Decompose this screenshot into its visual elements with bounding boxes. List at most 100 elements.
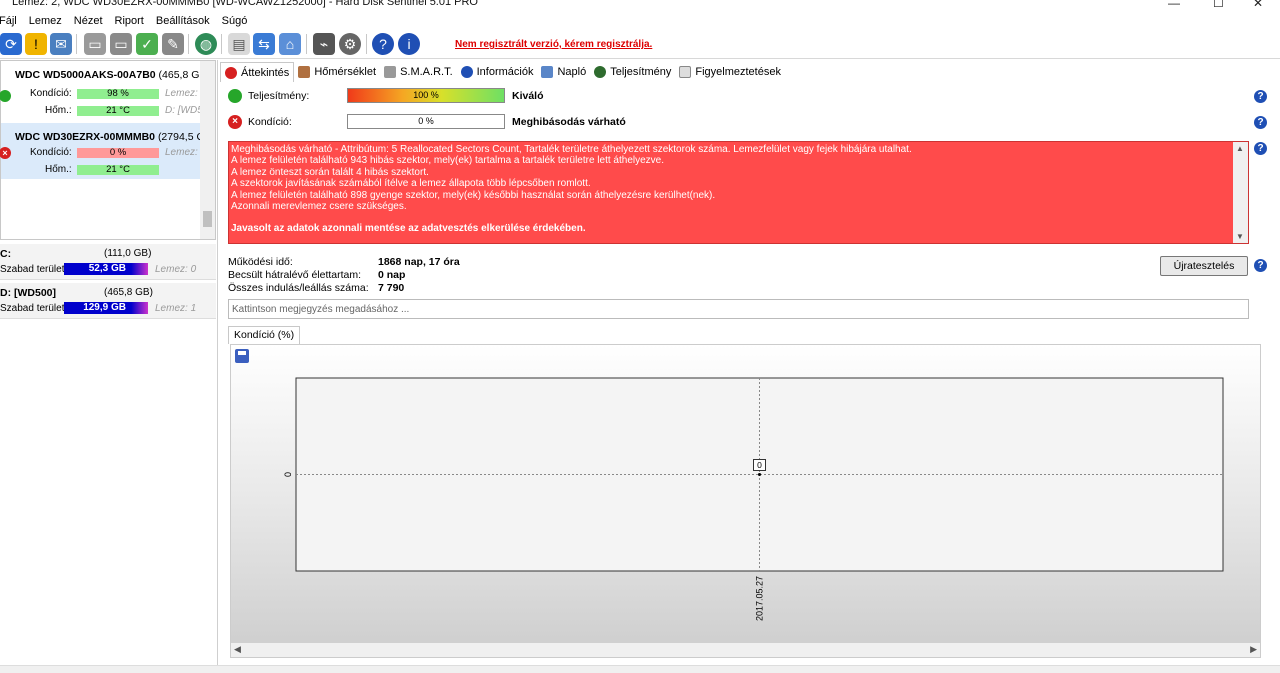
scroll-right-icon[interactable]: ▶	[1250, 644, 1257, 655]
tab-smart[interactable]: S.M.A.R.T.	[380, 62, 457, 82]
data-point	[758, 473, 761, 476]
scroll-left-icon[interactable]: ◀	[234, 644, 241, 655]
free-space-label: Szabad terület	[0, 264, 65, 275]
info-icon[interactable]: i	[398, 33, 420, 55]
condition-bar: 0 %	[347, 114, 505, 129]
help-icon[interactable]: ?	[1254, 259, 1267, 272]
register-link[interactable]: Nem regisztrált verzió, kérem regisztrál…	[455, 39, 652, 50]
alert-scrollbar[interactable]: ▲ ▼	[1233, 142, 1248, 243]
disk-title: WDC WD5000AAKS-00A7B0 (465,8 GB)	[15, 69, 210, 81]
status-error-icon	[225, 66, 237, 79]
window-title: Lemez: 2, WDC WD30EZRX-00MMMB0 [WD-WCAWZ…	[12, 0, 478, 8]
note-input[interactable]	[228, 299, 1249, 319]
main-panel: Áttekintés Hőmérséklet S.M.A.R.T. Inform…	[220, 60, 1280, 665]
disk-icon[interactable]: ▭	[84, 33, 106, 55]
minimize-button[interactable]: —	[1168, 0, 1180, 10]
tab-condition-chart[interactable]: Kondíció (%)	[228, 326, 301, 344]
condition-bar: 0 %	[77, 148, 159, 158]
partition-disk: Lemez: 1	[155, 303, 197, 314]
x-tick-label: 2017.05.27	[755, 576, 765, 621]
status-ok-icon	[228, 89, 242, 103]
help-icon[interactable]: ?	[372, 33, 394, 55]
chart-icon[interactable]: ⌁	[313, 33, 335, 55]
disk-list: WDC WD5000AAKS-00A7B0 (465,8 GB) Kondíci…	[0, 60, 216, 240]
disk-check-icon[interactable]: ✓	[136, 33, 158, 55]
log-icon	[541, 66, 554, 78]
status-ok-icon	[0, 90, 11, 102]
condition-chart: 0 0 2017.05.27	[283, 377, 1224, 621]
partition-disk: Lemez: 0	[155, 264, 197, 275]
temp-bar: 21 °C	[77, 106, 159, 116]
tab-temperature[interactable]: Hőmérséklet	[294, 62, 380, 82]
menu-file[interactable]: Fájl	[0, 15, 23, 27]
alert-recommendation: Javasolt az adatok azonnali mentése az a…	[231, 223, 586, 235]
tab-performance[interactable]: Teljesítmény	[590, 62, 675, 82]
tab-information[interactable]: Információk	[457, 62, 538, 82]
scroll-up-icon[interactable]: ▲	[1236, 144, 1244, 153]
title-bar: Lemez: 2, WDC WD30EZRX-00MMMB0 [WD-WCAWZ…	[0, 0, 1280, 11]
settings-icon[interactable]: ⚙	[339, 33, 361, 55]
alert-box: Meghibásodás várható - Attribútum: 5 Rea…	[228, 141, 1249, 244]
close-button[interactable]: ✕	[1253, 0, 1263, 10]
info-icon	[460, 66, 473, 78]
partition-name: D: [WD500]	[0, 287, 57, 299]
disk-tools-icon[interactable]: ✎	[162, 33, 184, 55]
status-error-icon: ×	[228, 115, 242, 129]
temp-label: Hőm.:	[45, 105, 72, 116]
copy-icon[interactable]: ⇆	[253, 33, 275, 55]
menu-help[interactable]: Súgó	[222, 15, 254, 27]
maximize-button[interactable]: ☐	[1213, 0, 1224, 10]
menu-bar: Fájl Lemez Nézet Riport Beállítások Súgó	[0, 11, 1280, 30]
condition-status: Meghibásodás várható	[512, 116, 626, 128]
disk-title: WDC WD30EZRX-00MMMB0 (2794,5 GB)	[15, 131, 216, 143]
status-bar	[0, 665, 1280, 673]
report-icon[interactable]: ▤	[228, 33, 250, 55]
retest-button[interactable]: Újratesztelés	[1160, 256, 1248, 276]
disk-card[interactable]: WDC WD5000AAKS-00A7B0 (465,8 GB) Kondíci…	[0, 61, 210, 117]
free-space-label: Szabad terület	[0, 303, 65, 314]
alert-text: Meghibásodás várható - Attribútum: 5 Rea…	[231, 144, 1231, 235]
tab-bar: Áttekintés Hőmérséklet S.M.A.R.T. Inform…	[220, 62, 785, 82]
partition-d[interactable]: D: [WD500] (465,8 GB) Szabad terület 129…	[0, 283, 216, 319]
temp-label: Hőm.:	[45, 164, 72, 175]
y-tick-label: 0	[283, 472, 293, 477]
warnings-icon	[679, 66, 692, 78]
globe-icon[interactable]: ◍	[195, 33, 217, 55]
menu-disk[interactable]: Lemez	[29, 15, 68, 27]
uptime-value: 1868 nap, 17 óra	[378, 256, 460, 268]
menu-report[interactable]: Riport	[115, 15, 150, 27]
tab-log[interactable]: Napló	[537, 62, 590, 82]
thermometer-icon	[298, 66, 311, 78]
scroll-down-icon[interactable]: ▼	[1236, 232, 1244, 241]
chart-scrollbar[interactable]: ◀ ▶	[231, 643, 1260, 657]
help-icon[interactable]: ?	[1254, 142, 1267, 155]
data-label: 0	[757, 460, 762, 470]
partition-size: (465,8 GB)	[104, 287, 153, 298]
mail-icon[interactable]: ✉	[50, 33, 72, 55]
disk-partition: D: [WD5	[165, 105, 203, 116]
tab-warnings[interactable]: Figyelmeztetések	[675, 62, 785, 82]
remaining-label: Becsült hátralévő élettartam:	[228, 269, 362, 281]
performance-label: Teljesítmény:	[248, 90, 310, 102]
menu-view[interactable]: Nézet	[74, 15, 109, 27]
smart-icon	[384, 66, 397, 78]
starts-value: 7 790	[378, 282, 405, 294]
disk-card-selected[interactable]: WDC WD30EZRX-00MMMB0 (2794,5 GB) × Kondí…	[0, 123, 215, 179]
starts-label: Összes indulás/leállás száma:	[228, 282, 369, 294]
alert-icon[interactable]: !	[25, 33, 47, 55]
chart-panel: 0 0 2017.05.27 ◀ ▶	[230, 344, 1261, 658]
disk-list-scrollbar[interactable]	[200, 61, 215, 239]
toolbar: ⟳ ! ✉ ▭ ▭ ✓ ✎ ◍ ▤ ⇆ ⌂ ⌁ ⚙ ? i Nem regisz…	[0, 30, 1280, 59]
disk-test-icon[interactable]: ▭	[110, 33, 132, 55]
performance-bar: 100 %	[347, 88, 505, 103]
partition-c[interactable]: C: (111,0 GB) Szabad terület 52,3 GB Lem…	[0, 244, 216, 280]
network-icon[interactable]: ⌂	[279, 33, 301, 55]
left-panel: WDC WD5000AAKS-00A7B0 (465,8 GB) Kondíci…	[0, 60, 218, 665]
refresh-icon[interactable]: ⟳	[0, 33, 22, 55]
free-space-bar: 129,9 GB	[64, 302, 148, 314]
menu-settings[interactable]: Beállítások	[156, 15, 216, 27]
tab-overview[interactable]: Áttekintés	[220, 62, 295, 82]
help-icon[interactable]: ?	[1254, 90, 1267, 103]
help-icon[interactable]: ?	[1254, 116, 1267, 129]
partition-name: C:	[0, 248, 12, 260]
